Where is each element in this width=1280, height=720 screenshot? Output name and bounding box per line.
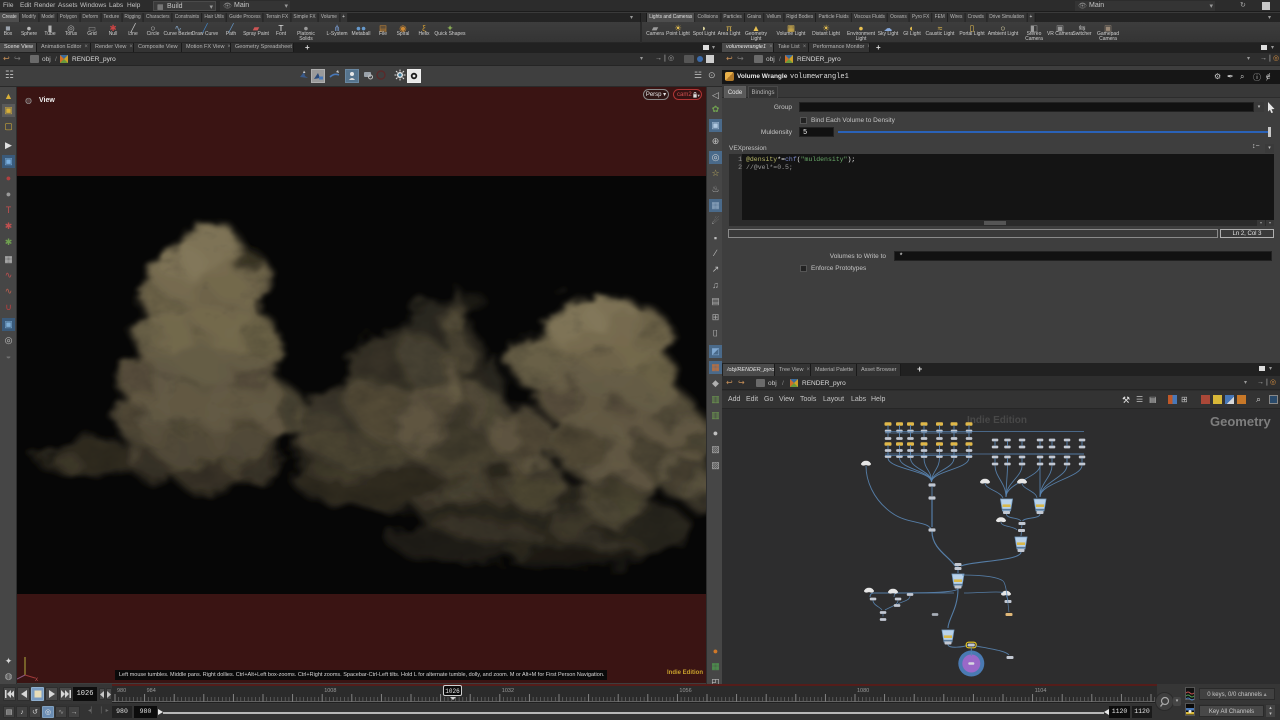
svg-text:1056: 1056 [679, 688, 691, 694]
svg-text:1080: 1080 [857, 688, 869, 694]
svg-text:984: 984 [147, 688, 156, 694]
svg-text:1032: 1032 [502, 688, 514, 694]
svg-text:x: x [35, 677, 38, 681]
svg-text:1104: 1104 [1035, 688, 1047, 694]
svg-text:1008: 1008 [324, 688, 336, 694]
svg-text:980: 980 [117, 688, 126, 694]
